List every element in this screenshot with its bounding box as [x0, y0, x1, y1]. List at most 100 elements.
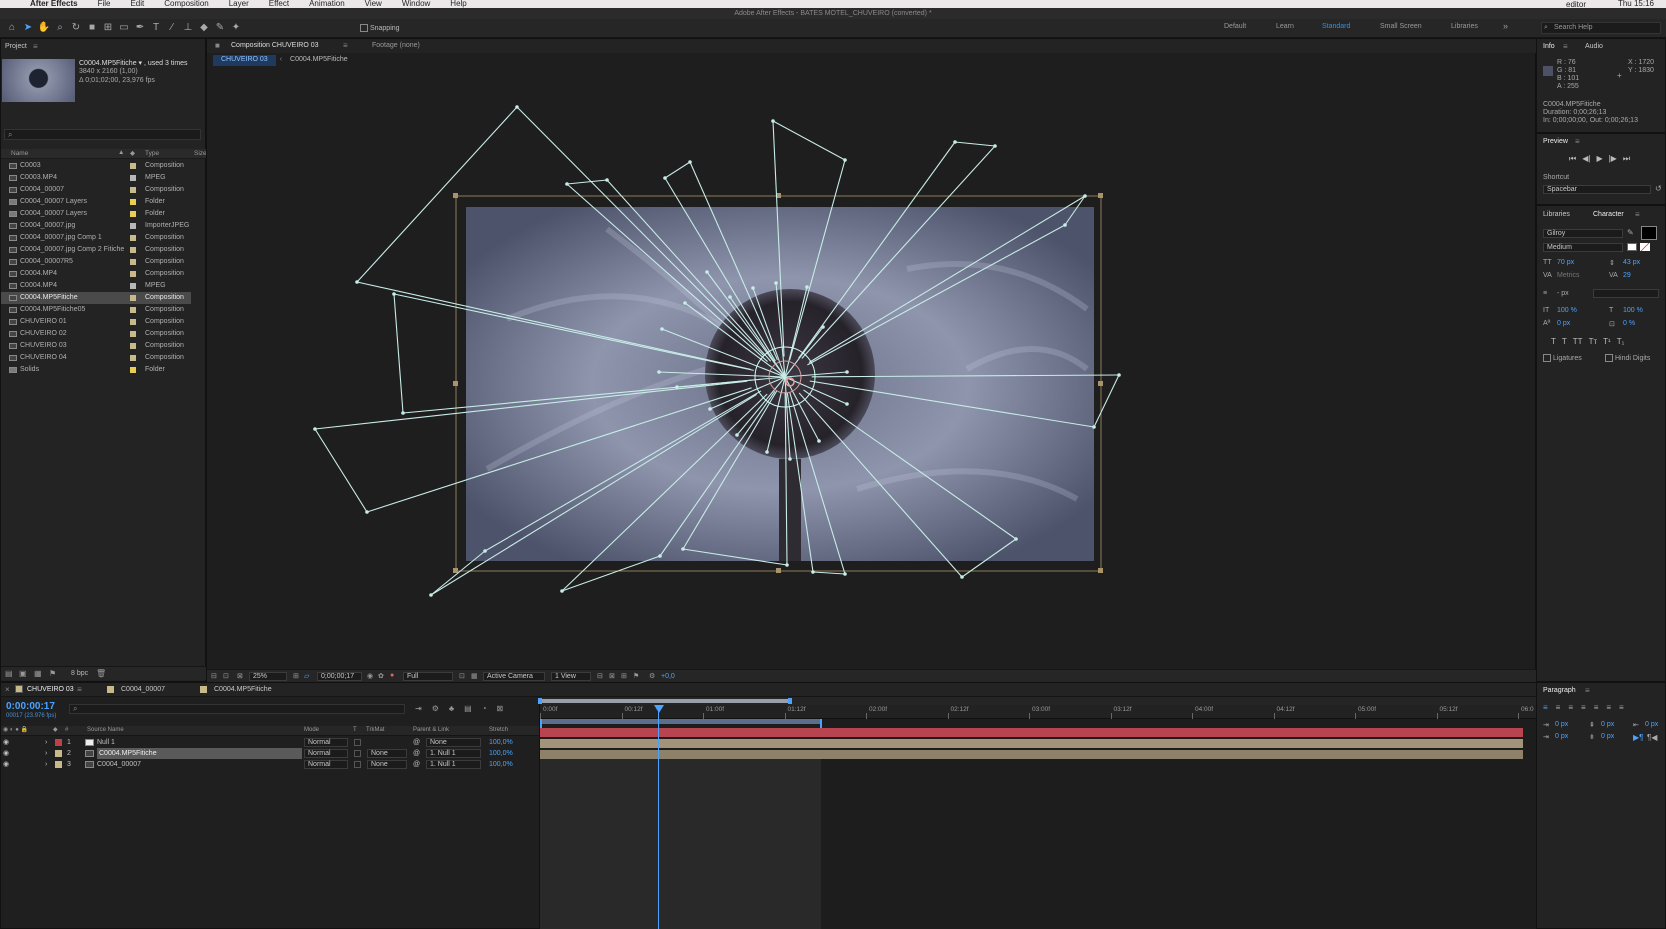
shape-vertex[interactable]: [728, 295, 732, 299]
faux-bold-icon[interactable]: T: [1551, 337, 1556, 346]
panel-menu-icon[interactable]: ≡: [1575, 137, 1580, 146]
shape-vertex[interactable]: [392, 292, 396, 296]
workspace-learn[interactable]: Learn: [1276, 23, 1294, 30]
shape-vertex[interactable]: [365, 510, 369, 514]
parent-select[interactable]: 1. Null 1: [426, 760, 481, 769]
shape-vertex[interactable]: [845, 402, 849, 406]
clone-tool-icon[interactable]: ⊥: [180, 21, 196, 35]
shape-vertex[interactable]: [845, 370, 849, 374]
crumb-chuveiro-03[interactable]: CHUVEIRO 03: [213, 55, 276, 66]
next-frame-icon[interactable]: |▶: [1609, 154, 1617, 164]
layer-row[interactable]: ◉ › 2 C0004.MP5Fitiche Normal None @1. Null 1 1…: [1, 748, 536, 759]
camera-tool-icon[interactable]: ■: [84, 21, 100, 35]
workspace-default[interactable]: Default: [1224, 23, 1246, 30]
always-preview-icon[interactable]: ⊟: [211, 672, 217, 680]
shape-vertex[interactable]: [771, 119, 775, 123]
track-matte-select[interactable]: None: [367, 749, 407, 758]
shape-vertex[interactable]: [565, 182, 569, 186]
tab-character[interactable]: Character: [1593, 211, 1624, 218]
no-stroke-icon[interactable]: [1640, 243, 1650, 251]
mode-header[interactable]: Mode: [304, 727, 319, 733]
layer-label-swatch[interactable]: [55, 761, 62, 768]
shape-vertex[interactable]: [681, 547, 685, 551]
panel-menu-icon[interactable]: ≡: [1585, 686, 1590, 695]
brush-tool-icon[interactable]: ∕: [164, 21, 180, 35]
visibility-eye-icon[interactable]: ◉: [3, 759, 9, 770]
shape-vertex[interactable]: [688, 160, 692, 164]
layer-row[interactable]: ◉ › 3 C0004_00007 Normal None @1. Null 1 100,0%: [1, 759, 536, 770]
home-icon[interactable]: ⌂: [4, 21, 20, 35]
align-right-icon[interactable]: ≡: [1568, 703, 1573, 712]
exposure-value[interactable]: +0,0: [661, 673, 675, 680]
blend-mode-select[interactable]: Normal: [304, 760, 348, 769]
fast-previews-icon[interactable]: ⊠: [609, 672, 615, 680]
twirl-arrow-icon[interactable]: ›: [45, 737, 47, 748]
snapshot-icon[interactable]: ◉: [367, 672, 373, 680]
shape-vertex[interactable]: [401, 411, 405, 415]
blend-mode-select[interactable]: Normal: [304, 738, 348, 747]
all-caps-icon[interactable]: TT: [1573, 337, 1583, 346]
subscript-icon[interactable]: T₁: [1617, 337, 1625, 346]
layer-name[interactable]: C0004.MP5Fitiche: [97, 748, 302, 759]
tab-paragraph[interactable]: Paragraph: [1543, 687, 1576, 694]
justify-center-icon[interactable]: ≡: [1594, 703, 1599, 712]
shape-vertex[interactable]: [657, 370, 661, 374]
motion-blur-icon[interactable]: ◔: [482, 704, 487, 713]
project-tab[interactable]: Project: [5, 43, 27, 50]
label-color-swatch[interactable]: [130, 307, 136, 313]
bpc-toggle[interactable]: 8 bpc: [71, 670, 88, 677]
kerning-value[interactable]: Metrics: [1557, 272, 1580, 279]
label-color-swatch[interactable]: [130, 319, 136, 325]
shape-vertex[interactable]: [817, 439, 821, 443]
shape-vertex[interactable]: [660, 327, 664, 331]
puppet-tool-icon[interactable]: ✦: [228, 21, 244, 35]
safe-margins-icon[interactable]: ▱: [304, 672, 309, 680]
shape-vertex[interactable]: [515, 105, 519, 109]
shape-vertex[interactable]: [1083, 194, 1087, 198]
shape-vertex[interactable]: [605, 178, 609, 182]
leading-value[interactable]: 43 px: [1623, 259, 1640, 266]
crumb-c0004[interactable]: C0004.MP5Fitiche: [286, 55, 352, 66]
current-time-field[interactable]: 0;00;00;17: [317, 672, 362, 681]
menu-composition[interactable]: Composition: [154, 0, 218, 8]
zoom-select[interactable]: 25%: [249, 672, 287, 681]
panel-menu-icon[interactable]: ≡: [1563, 42, 1568, 51]
stroke-style-select[interactable]: [1593, 289, 1659, 298]
visibility-eye-icon[interactable]: ◉: [3, 737, 9, 748]
twirl-arrow-icon[interactable]: ›: [45, 759, 47, 770]
ligatures-checkbox[interactable]: [1543, 354, 1551, 362]
shape-vertex[interactable]: [683, 301, 687, 305]
menu-app[interactable]: After Effects: [0, 0, 88, 8]
draft-3d-icon[interactable]: ⚙: [432, 704, 439, 713]
shape-vertex[interactable]: [429, 593, 433, 597]
space-before-value[interactable]: 0 px: [1601, 721, 1614, 728]
menu-help[interactable]: Help: [440, 0, 476, 8]
indent-right-value[interactable]: 0 px: [1645, 721, 1658, 728]
workspace-standard[interactable]: Standard: [1322, 23, 1350, 30]
workspace-small-screen[interactable]: Small Screen: [1380, 23, 1422, 30]
shape-vertex[interactable]: [821, 325, 825, 329]
roto-tool-icon[interactable]: ✎: [212, 21, 228, 35]
menubar-user[interactable]: editor: [1566, 0, 1586, 8]
layer-name[interactable]: Null 1: [97, 737, 115, 748]
tab-audio[interactable]: Audio: [1585, 43, 1603, 50]
shape-vertex[interactable]: [735, 433, 739, 437]
region-of-interest-icon[interactable]: ⊡: [459, 672, 465, 680]
first-line-indent-value[interactable]: 0 px: [1555, 733, 1568, 740]
project-item[interactable]: CHUVEIRO 04 Composition: [1, 352, 191, 364]
toggle-pixel-icon[interactable]: ⊟: [597, 672, 603, 680]
shape-vertex[interactable]: [675, 385, 679, 389]
mask-view-icon[interactable]: ⊠: [237, 672, 243, 680]
small-caps-icon[interactable]: Tт: [1589, 337, 1598, 346]
menu-layer[interactable]: Layer: [219, 0, 259, 8]
tracking-value[interactable]: 29: [1623, 272, 1631, 279]
layer-bar-c0004-00007[interactable]: [540, 750, 1523, 759]
shape-vertex[interactable]: [355, 280, 359, 284]
zoom-tool-icon[interactable]: ⌕: [52, 21, 68, 35]
pen-tool-icon[interactable]: ✒: [132, 21, 148, 35]
layer-bar-null-1[interactable]: [540, 728, 1523, 737]
shape-vertex[interactable]: [658, 554, 662, 558]
preserve-transparency-checkbox[interactable]: [354, 739, 361, 746]
label-color-swatch[interactable]: [130, 223, 136, 229]
trash-icon[interactable]: 🗑: [96, 669, 106, 678]
